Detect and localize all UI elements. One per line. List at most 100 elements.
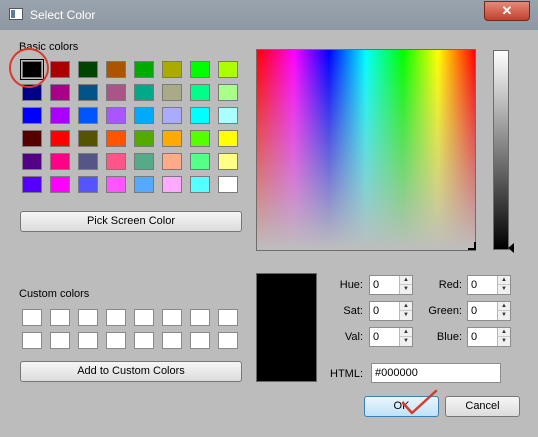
basic-color-swatch[interactable] <box>50 176 70 193</box>
blue-label: Blue: <box>436 331 462 343</box>
spin-up-icon[interactable]: ▲ <box>400 328 412 337</box>
red-value: 0 <box>471 279 478 291</box>
window-title: Select Color <box>30 8 96 22</box>
spin-up-icon[interactable]: ▲ <box>498 276 510 285</box>
val-label: Val: <box>344 331 363 343</box>
spin-up-icon[interactable]: ▲ <box>498 302 510 311</box>
luminance-arrow-icon[interactable] <box>508 243 514 253</box>
spin-down-icon[interactable]: ▼ <box>400 285 412 294</box>
basic-color-swatch[interactable] <box>218 84 238 101</box>
custom-color-swatch[interactable] <box>106 309 126 326</box>
custom-color-swatch[interactable] <box>162 309 182 326</box>
spin-down-icon[interactable]: ▼ <box>498 311 510 320</box>
custom-color-swatch[interactable] <box>218 332 238 349</box>
basic-color-swatch[interactable] <box>78 176 98 193</box>
basic-color-swatch[interactable] <box>50 153 70 170</box>
basic-color-swatch[interactable] <box>190 61 210 78</box>
basic-color-swatch[interactable] <box>190 176 210 193</box>
custom-color-swatch[interactable] <box>190 332 210 349</box>
sat-value: 0 <box>373 305 380 317</box>
basic-color-swatch[interactable] <box>22 153 42 170</box>
basic-color-swatch[interactable] <box>162 153 182 170</box>
spin-down-icon[interactable]: ▼ <box>498 337 510 346</box>
basic-color-swatch[interactable] <box>22 176 42 193</box>
html-hex-input[interactable]: #000000 <box>371 363 501 383</box>
spectrum-cursor <box>468 242 476 250</box>
basic-color-swatch[interactable] <box>78 61 98 78</box>
luminance-slider[interactable] <box>493 50 509 250</box>
basic-color-swatch[interactable] <box>162 84 182 101</box>
basic-color-swatch[interactable] <box>50 130 70 147</box>
hue-spinbox[interactable]: 0 ▲ ▼ <box>369 275 413 295</box>
hue-value: 0 <box>373 279 380 291</box>
basic-color-swatch[interactable] <box>134 61 154 78</box>
basic-color-swatch[interactable] <box>106 61 126 78</box>
pick-screen-color-button[interactable]: Pick Screen Color <box>20 211 242 232</box>
basic-color-swatch[interactable] <box>218 153 238 170</box>
html-label: HTML: <box>330 368 363 380</box>
spin-down-icon[interactable]: ▼ <box>400 337 412 346</box>
spin-down-icon[interactable]: ▼ <box>498 285 510 294</box>
sat-spinbox[interactable]: 0 ▲ ▼ <box>369 301 413 321</box>
basic-color-swatch[interactable] <box>78 84 98 101</box>
basic-color-swatch[interactable] <box>106 84 126 101</box>
basic-color-swatch[interactable] <box>190 84 210 101</box>
basic-color-swatch[interactable] <box>22 107 42 124</box>
cancel-button[interactable]: Cancel <box>445 396 520 417</box>
basic-color-swatch[interactable] <box>162 130 182 147</box>
basic-color-swatch[interactable] <box>218 176 238 193</box>
basic-color-swatch[interactable] <box>106 153 126 170</box>
custom-color-swatch[interactable] <box>78 332 98 349</box>
basic-color-swatch[interactable] <box>134 130 154 147</box>
custom-color-swatch[interactable] <box>134 309 154 326</box>
close-button[interactable]: ✕ <box>484 1 530 21</box>
custom-color-swatch[interactable] <box>106 332 126 349</box>
basic-color-swatch[interactable] <box>50 84 70 101</box>
blue-spinbox[interactable]: 0 ▲ ▼ <box>467 327 511 347</box>
basic-color-swatch[interactable] <box>190 130 210 147</box>
custom-color-swatch[interactable] <box>190 309 210 326</box>
custom-color-swatch[interactable] <box>162 332 182 349</box>
custom-color-swatch[interactable] <box>50 332 70 349</box>
basic-color-swatch[interactable] <box>50 61 70 78</box>
custom-color-swatch[interactable] <box>22 309 42 326</box>
basic-color-swatch[interactable] <box>22 130 42 147</box>
sat-label: Sat: <box>343 305 363 317</box>
basic-color-swatch[interactable] <box>106 130 126 147</box>
basic-color-swatch[interactable] <box>218 61 238 78</box>
custom-color-swatch[interactable] <box>50 309 70 326</box>
basic-color-swatch[interactable] <box>162 107 182 124</box>
spin-up-icon[interactable]: ▲ <box>400 302 412 311</box>
basic-color-swatch[interactable] <box>134 107 154 124</box>
basic-color-swatch[interactable] <box>106 107 126 124</box>
basic-color-swatch[interactable] <box>134 153 154 170</box>
custom-color-swatch[interactable] <box>134 332 154 349</box>
spin-down-icon[interactable]: ▼ <box>400 311 412 320</box>
add-to-custom-colors-button[interactable]: Add to Custom Colors <box>20 361 242 382</box>
red-spinbox[interactable]: 0 ▲ ▼ <box>467 275 511 295</box>
val-spinbox[interactable]: 0 ▲ ▼ <box>369 327 413 347</box>
dialog-body: Basic colors Pick Screen Color Custom co… <box>5 30 530 430</box>
custom-color-swatch[interactable] <box>22 332 42 349</box>
spin-up-icon[interactable]: ▲ <box>400 276 412 285</box>
basic-color-swatch[interactable] <box>50 107 70 124</box>
green-spinbox[interactable]: 0 ▲ ▼ <box>467 301 511 321</box>
basic-color-swatch[interactable] <box>134 84 154 101</box>
custom-color-swatch[interactable] <box>218 309 238 326</box>
custom-color-swatch[interactable] <box>78 309 98 326</box>
color-spectrum[interactable] <box>256 49 476 251</box>
basic-color-swatch[interactable] <box>162 61 182 78</box>
basic-color-swatch[interactable] <box>162 176 182 193</box>
basic-color-swatch[interactable] <box>218 107 238 124</box>
basic-color-swatch[interactable] <box>218 130 238 147</box>
basic-color-swatch[interactable] <box>78 107 98 124</box>
basic-color-swatch[interactable] <box>190 153 210 170</box>
spin-up-icon[interactable]: ▲ <box>498 328 510 337</box>
val-value: 0 <box>373 331 380 343</box>
basic-color-swatch[interactable] <box>134 176 154 193</box>
window-icon <box>9 8 23 20</box>
basic-color-swatch[interactable] <box>190 107 210 124</box>
basic-color-swatch[interactable] <box>106 176 126 193</box>
basic-color-swatch[interactable] <box>78 153 98 170</box>
basic-color-swatch[interactable] <box>78 130 98 147</box>
